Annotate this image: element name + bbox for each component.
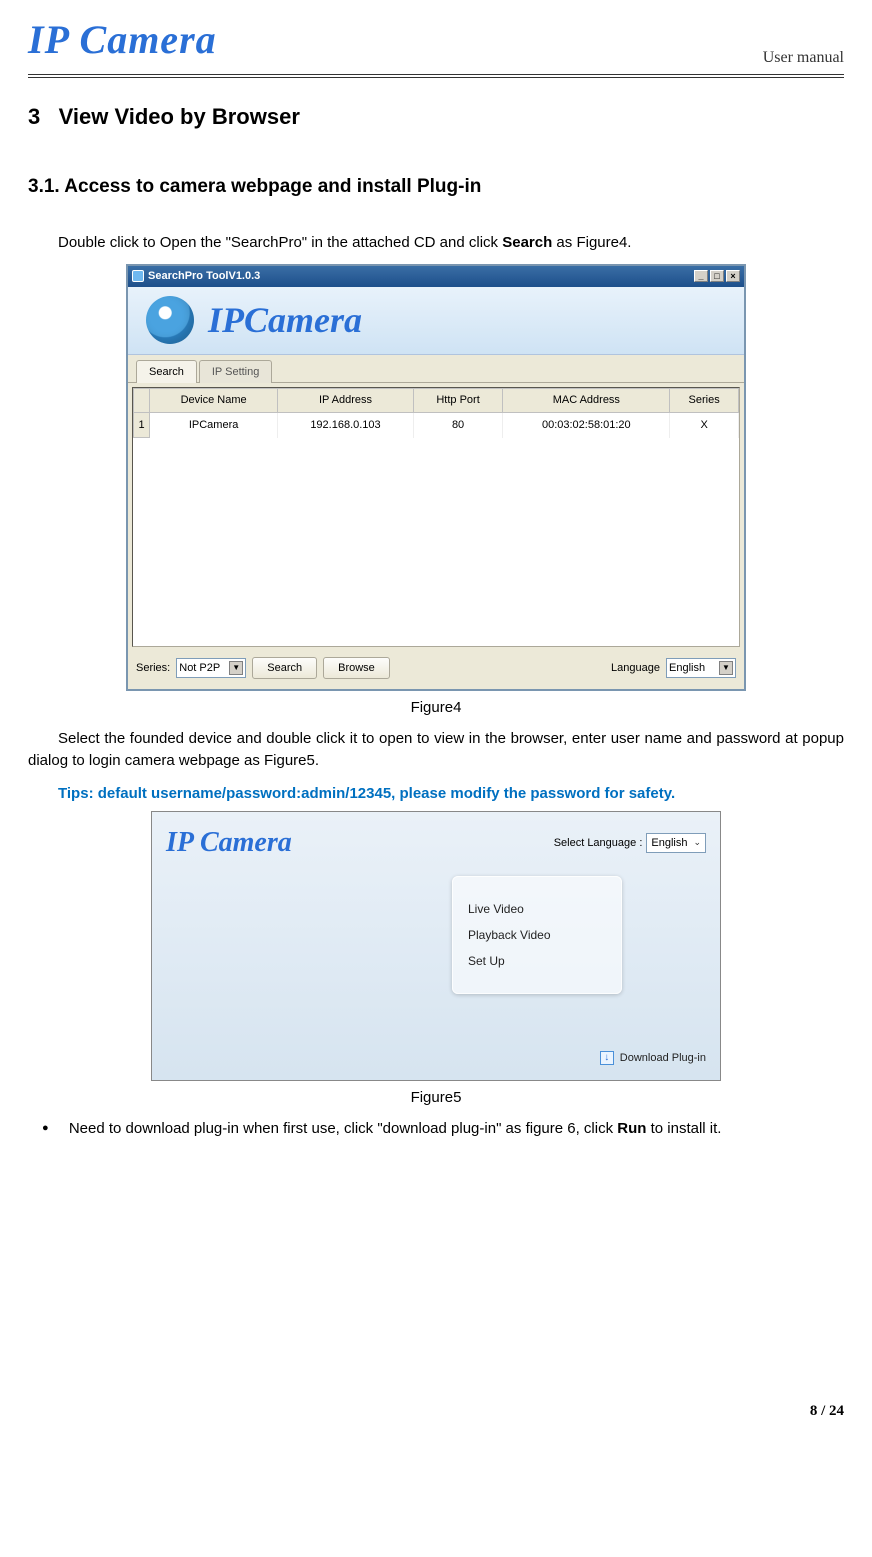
logo: IP Camera xyxy=(28,10,217,70)
minimize-icon[interactable]: _ xyxy=(694,270,708,282)
section-3-1-title: Access to camera webpage and install Plu… xyxy=(64,176,481,197)
figure4-titlebar: SearchPro ToolV1.0.3 _ □ × xyxy=(128,266,744,287)
para1-b-bold: Search xyxy=(502,234,552,251)
col-ip-address: IP Address xyxy=(278,389,414,413)
select-language[interactable]: English ▼ xyxy=(666,658,736,678)
figure4-caption: Figure4 xyxy=(28,697,844,720)
tips-text: Tips: default username/password:admin/12… xyxy=(28,783,844,806)
download-plugin-link[interactable]: ↓ Download Plug-in xyxy=(600,1050,706,1067)
select-series-value: Not P2P xyxy=(179,660,220,677)
para1-a: Double click to Open the "SearchPro" in … xyxy=(58,234,502,251)
figure5-webpage: IP Camera Select Language : English ⌄ Li… xyxy=(151,811,721,1081)
select-language-web-value: English xyxy=(651,835,687,852)
select-series[interactable]: Not P2P ▼ xyxy=(176,658,246,678)
section-3-heading: 3 View Video by Browser xyxy=(28,100,844,133)
col-mac-address: MAC Address xyxy=(503,389,670,413)
para1-c: as Figure4. xyxy=(552,234,631,251)
figure4-banner: IPCamera xyxy=(128,287,744,355)
cell-device-name: IPCamera xyxy=(150,412,278,438)
col-index xyxy=(134,389,150,413)
select-language-web[interactable]: English ⌄ xyxy=(646,833,706,854)
grid-row-1[interactable]: 1 IPCamera 192.168.0.103 80 00:03:02:58:… xyxy=(134,412,739,438)
page-header: IP Camera User manual xyxy=(28,10,844,78)
menu-live-video[interactable]: Live Video xyxy=(468,900,606,918)
cell-series: X xyxy=(670,412,739,438)
section-3-title: View Video by Browser xyxy=(59,104,300,129)
figure4-bottom-row: Series: Not P2P ▼ Search Browse Language… xyxy=(128,651,744,689)
figure4-window: SearchPro ToolV1.0.3 _ □ × IPCamera Sear… xyxy=(126,264,746,691)
page-footer: 8 / 24 xyxy=(28,1400,844,1423)
para-searchpro: Double click to Open the "SearchPro" in … xyxy=(28,232,844,255)
tab-search[interactable]: Search xyxy=(136,360,197,384)
download-plugin-label: Download Plug-in xyxy=(620,1050,706,1067)
grid-header-row: Device Name IP Address Http Port MAC Add… xyxy=(134,389,739,413)
browse-button[interactable]: Browse xyxy=(323,657,390,679)
download-icon: ↓ xyxy=(600,1051,614,1065)
col-device-name: Device Name xyxy=(150,389,278,413)
section-3-num: 3 xyxy=(28,104,40,129)
bullet-list: Need to download plug-in when first use,… xyxy=(42,1118,844,1141)
figure4-grid: Device Name IP Address Http Port MAC Add… xyxy=(132,387,740,647)
section-3-1-num: 3.1. xyxy=(28,176,60,197)
menu-playback-video[interactable]: Playback Video xyxy=(468,926,606,944)
close-icon[interactable]: × xyxy=(726,270,740,282)
chevron-down-icon: ▼ xyxy=(229,661,243,675)
select-language-value: English xyxy=(669,660,705,677)
chevron-down-icon: ⌄ xyxy=(693,836,701,850)
search-button[interactable]: Search xyxy=(252,657,317,679)
figure4-window-title: SearchPro ToolV1.0.3 xyxy=(148,268,260,285)
bullet1-b-bold: Run xyxy=(617,1120,646,1137)
chevron-down-icon: ▼ xyxy=(719,661,733,675)
maximize-icon[interactable]: □ xyxy=(710,270,724,282)
section-3-1-heading: 3.1. Access to camera webpage and instal… xyxy=(28,173,844,202)
bullet1-c: to install it. xyxy=(646,1120,721,1137)
cell-idx: 1 xyxy=(134,412,150,438)
label-series: Series: xyxy=(136,660,170,677)
menu-setup[interactable]: Set Up xyxy=(468,952,606,970)
figure5-menu-panel: Live Video Playback Video Set Up xyxy=(452,876,622,994)
bullet-download-plugin: Need to download plug-in when first use,… xyxy=(42,1118,844,1141)
bullet1-a: Need to download plug-in when first use,… xyxy=(69,1120,617,1137)
select-language-label: Select Language : xyxy=(554,835,643,852)
figure5-logo: IP Camera xyxy=(166,822,292,864)
figure5-caption: Figure5 xyxy=(28,1087,844,1110)
cell-ip: 192.168.0.103 xyxy=(278,412,414,438)
eye-logo-icon xyxy=(146,296,194,344)
header-right-label: User manual xyxy=(763,46,844,70)
cell-mac: 00:03:02:58:01:20 xyxy=(503,412,670,438)
col-series: Series xyxy=(670,389,739,413)
cell-port: 80 xyxy=(413,412,503,438)
app-icon xyxy=(132,270,144,282)
figure4-banner-logo: IPCamera xyxy=(208,293,362,347)
label-language: Language xyxy=(611,660,660,677)
para-select-device: Select the founded device and double cli… xyxy=(28,728,844,773)
col-http-port: Http Port xyxy=(413,389,503,413)
figure4-tabs: Search IP Setting xyxy=(128,355,744,384)
tab-ip-setting[interactable]: IP Setting xyxy=(199,360,273,384)
